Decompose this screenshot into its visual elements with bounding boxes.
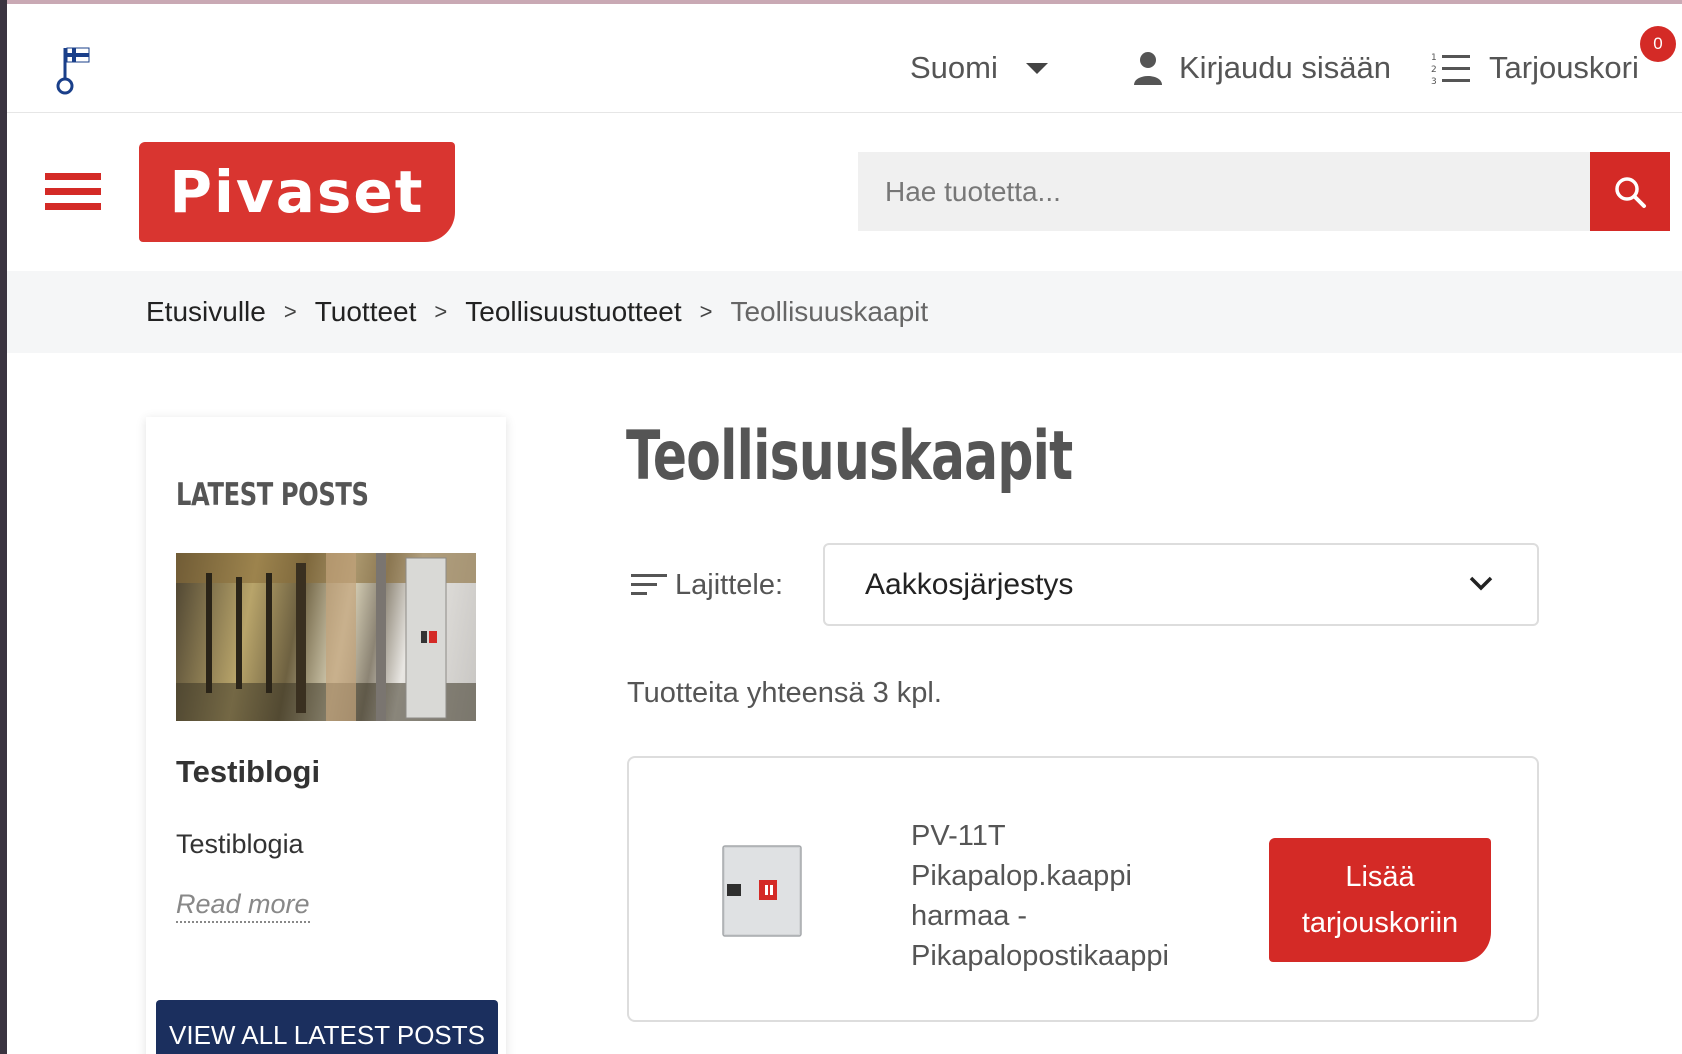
view-all-posts-button[interactable]: VIEW ALL LATEST POSTS (156, 1000, 498, 1054)
breadcrumb-item-current: Teollisuuskaapit (730, 296, 929, 327)
add-to-quote-button[interactable]: Lisää tarjouskoriin (1269, 838, 1491, 962)
quote-cart-link[interactable]: 1 2 3 Tarjouskori (1431, 48, 1639, 88)
breadcrumb-item-industrial-products[interactable]: Teollisuustuotteet (465, 296, 681, 328)
page-title: Teollisuuskaapit (626, 417, 1073, 496)
blog-post-thumbnail[interactable] (176, 553, 476, 721)
product-code: PV-11T (911, 820, 1006, 852)
product-name-line: Pikapalopostikaappi (911, 940, 1169, 972)
product-card: PV-11T Pikapalop.kaappi harmaa - Pikapal… (627, 756, 1539, 1022)
sort-dropdown[interactable]: Aakkosjärjestys (823, 543, 1539, 626)
search-button[interactable] (1590, 152, 1670, 231)
product-name[interactable]: PV-11T Pikapalop.kaappi harmaa - Pikapal… (911, 816, 1201, 976)
search-input[interactable] (858, 152, 1591, 231)
chevron-down-icon (1469, 576, 1493, 591)
numbered-list-icon: 1 2 3 (1431, 53, 1470, 85)
login-link[interactable]: Kirjaudu sisään (1133, 48, 1391, 88)
user-icon (1134, 52, 1162, 85)
language-label: Suomi (910, 50, 998, 85)
blog-post-excerpt: Testiblogia (176, 829, 304, 859)
svg-text:3: 3 (1431, 77, 1437, 85)
breadcrumb-separator: > (434, 299, 448, 324)
product-name-line: harmaa - (911, 900, 1028, 932)
breadcrumb-separator: > (699, 299, 713, 324)
sidebar-title: LATEST POSTS (176, 477, 369, 513)
caret-down-icon (1025, 62, 1048, 74)
site-header: Pivaset (7, 113, 1682, 271)
breadcrumb-item-home[interactable]: Etusivulle (146, 296, 266, 328)
search-icon (1615, 176, 1646, 208)
quote-cart-label: Tarjouskori (1489, 50, 1639, 85)
add-button-label: tarjouskoriin (1301, 907, 1459, 939)
product-name-line: Pikapalop.kaappi (911, 860, 1132, 892)
blog-post-title[interactable]: Testiblogi (176, 754, 320, 790)
finnish-key-flag-icon[interactable] (55, 44, 95, 96)
product-image[interactable] (715, 838, 805, 940)
svg-text:1: 1 (1431, 53, 1437, 63)
sort-label-text: Lajittele: (675, 568, 784, 601)
add-button-label: Lisää (1345, 861, 1415, 893)
cart-count-badge: 0 (1640, 26, 1676, 62)
menu-hamburger-icon[interactable] (45, 173, 101, 213)
breadcrumb-item-products[interactable]: Tuotteet (315, 296, 417, 328)
search-box (858, 152, 1591, 231)
breadcrumb-separator: > (283, 299, 297, 324)
top-utility-bar: Suomi Kirjaudu sisään 1 2 3 Tarjouskori … (7, 4, 1682, 113)
pivaset-logo[interactable]: Pivaset (139, 142, 455, 242)
latest-posts-sidebar: LATEST POSTS Testiblogi Testiblogia Read… (146, 417, 506, 1054)
sort-lines-icon (631, 574, 667, 595)
sort-selected-value: Aakkosjärjestys (865, 567, 1074, 601)
breadcrumb: Etusivulle > Tuotteet > Teollisuustuotte… (146, 271, 928, 353)
svg-text:2: 2 (1431, 65, 1437, 75)
read-more-link[interactable]: Read more (176, 889, 310, 923)
language-selector[interactable]: Suomi (910, 48, 1048, 88)
sort-label: Lajittele: (631, 565, 783, 605)
breadcrumb-bar: Etusivulle > Tuotteet > Teollisuustuotte… (7, 271, 1682, 353)
product-total-count: Tuotteita yhteensä 3 kpl. (627, 677, 942, 709)
login-label: Kirjaudu sisään (1179, 50, 1391, 85)
